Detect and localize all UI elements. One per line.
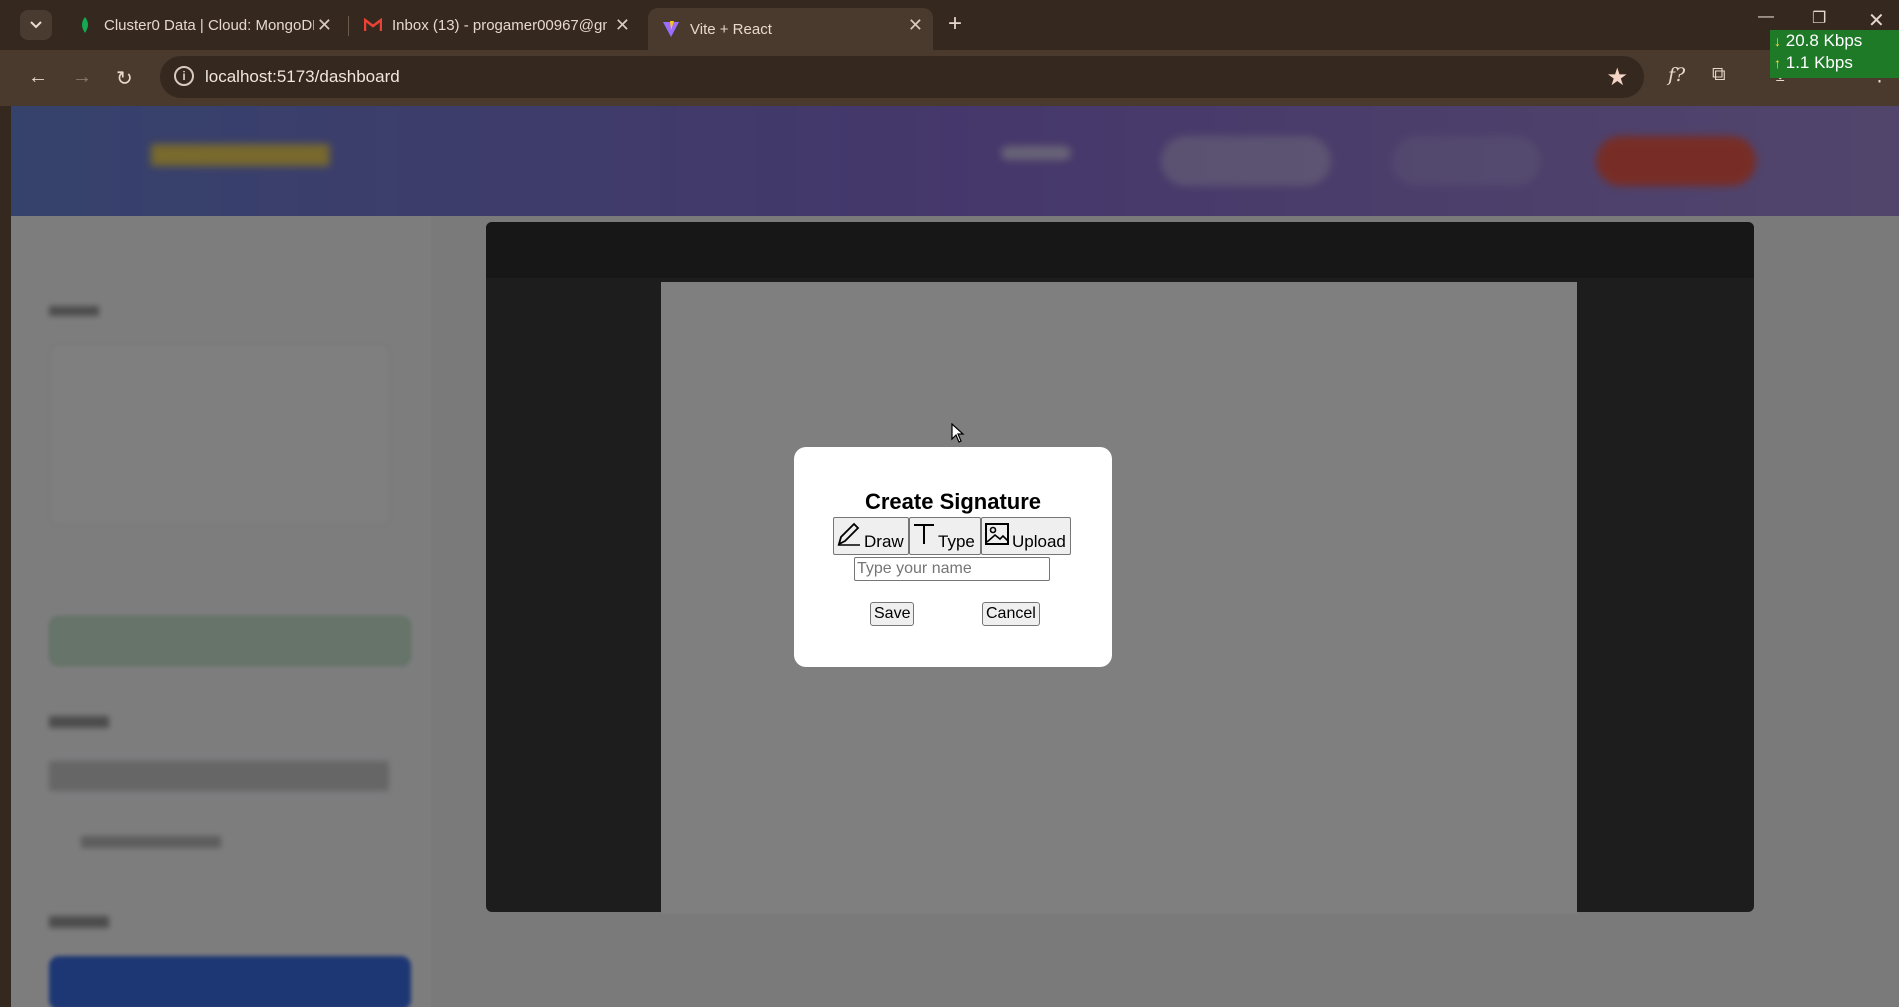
text-t-icon	[914, 524, 934, 544]
browser-tab-vite[interactable]: Vite + React ✕	[648, 8, 933, 50]
chevron-down-icon	[30, 21, 42, 29]
network-speed-widget: ↓ 20.8 Kbps ↑ 1.1 Kbps	[1770, 30, 1899, 78]
download-speed: ↓ 20.8 Kbps	[1774, 31, 1863, 50]
signature-name-input[interactable]	[854, 557, 1050, 581]
create-signature-dialog: Create Signature Draw Type Upload Save C…	[794, 447, 1112, 667]
tab-title: Vite + React	[690, 20, 772, 38]
browser-toolbar: ← → ↻ i localhost:5173/dashboard ★ f? ⧉ …	[0, 50, 1899, 106]
address-bar[interactable]: i localhost:5173/dashboard ★	[160, 56, 1644, 98]
browser-tab-gmail[interactable]: Inbox (13) - progamer00967@gmail.com ✕	[350, 8, 640, 42]
cancel-button[interactable]: Cancel	[982, 602, 1040, 626]
type-mode-label: Type	[938, 532, 975, 551]
tab-search-dropdown[interactable]	[20, 10, 52, 40]
type-mode-button[interactable]: Type	[909, 517, 981, 555]
tab-title: Inbox (13) - progamer00967@gmail.com	[392, 16, 607, 34]
download-arrow-icon: ↓	[1774, 33, 1781, 49]
close-tab-icon[interactable]: ✕	[615, 15, 630, 36]
mouse-cursor-icon	[951, 423, 965, 443]
bookmark-star-icon[interactable]: ★	[1606, 63, 1628, 92]
gmail-icon	[364, 16, 382, 34]
upload-arrow-icon: ↑	[1774, 55, 1781, 71]
signature-mode-selector: Draw Type Upload	[833, 517, 1071, 555]
mongodb-leaf-icon	[76, 16, 94, 34]
extensions-puzzle-icon[interactable]: ⧉	[1712, 64, 1726, 86]
reload-icon[interactable]: ↻	[116, 66, 133, 91]
forward-arrow-icon[interactable]: →	[72, 66, 92, 89]
vite-icon	[662, 20, 680, 38]
dialog-title: Create Signature	[864, 489, 1042, 514]
restore-window-icon[interactable]: ❐	[1812, 8, 1826, 28]
close-tab-icon[interactable]: ✕	[908, 15, 923, 36]
upload-mode-button[interactable]: Upload	[981, 517, 1071, 555]
upload-speed: ↑ 1.1 Kbps	[1774, 53, 1853, 72]
close-tab-icon[interactable]: ✕	[317, 15, 332, 36]
tab-separator	[348, 16, 349, 36]
draw-mode-button[interactable]: Draw	[833, 517, 909, 555]
draw-mode-label: Draw	[864, 532, 904, 551]
pen-icon	[837, 522, 860, 546]
image-icon	[985, 523, 1009, 545]
new-tab-plus-icon[interactable]: +	[948, 10, 962, 38]
upload-mode-label: Upload	[1012, 532, 1066, 551]
site-info-icon[interactable]: i	[174, 66, 194, 86]
tab-title: Cluster0 Data | Cloud: MongoDB	[104, 16, 314, 34]
browser-tab-strip: Cluster0 Data | Cloud: MongoDB ✕ Inbox (…	[0, 0, 1899, 50]
url-text[interactable]: localhost:5173/dashboard	[205, 67, 400, 87]
formula-extension-icon[interactable]: f?	[1668, 64, 1685, 86]
minimize-window-icon[interactable]: —	[1758, 8, 1774, 26]
back-arrow-icon[interactable]: ←	[28, 66, 48, 89]
save-button[interactable]: Save	[870, 602, 915, 626]
browser-tab-mongodb[interactable]: Cluster0 Data | Cloud: MongoDB ✕	[62, 8, 342, 42]
